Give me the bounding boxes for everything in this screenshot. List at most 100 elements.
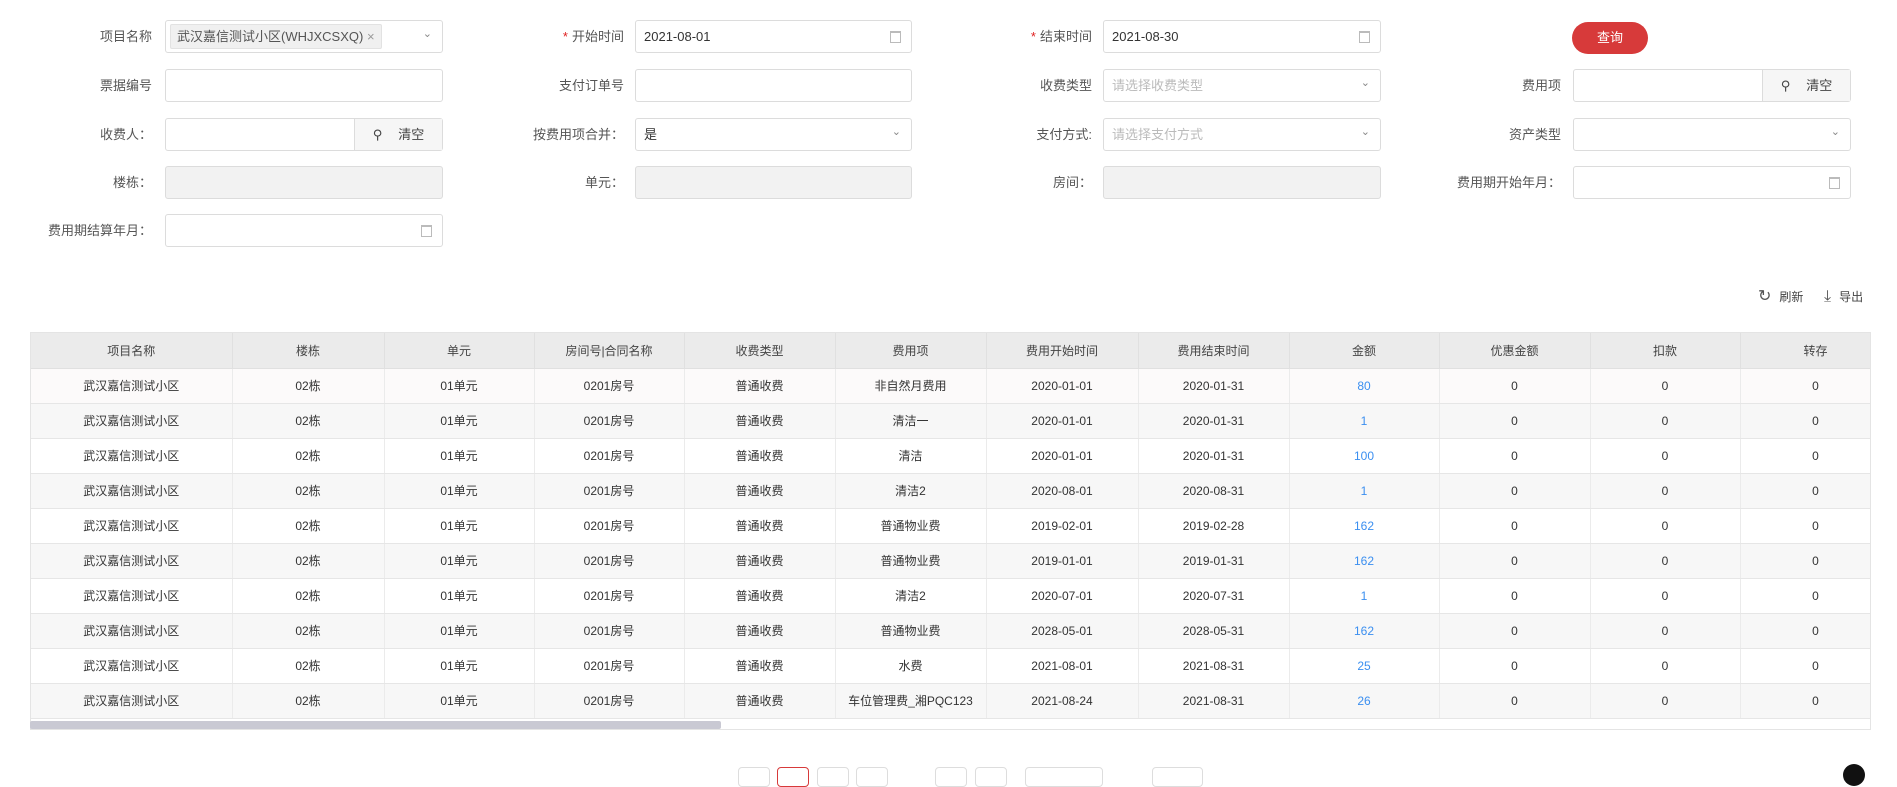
calendar-icon bbox=[421, 225, 432, 237]
table-cell: 普通收费 bbox=[684, 368, 836, 404]
table-cell: 普通收费 bbox=[684, 403, 836, 439]
project-select[interactable]: 武汉嘉信测试小区(WHJXCSXQ) × ⌄ bbox=[165, 20, 443, 53]
pagination-page[interactable] bbox=[817, 767, 849, 787]
start-time-label: * 开始时间 bbox=[474, 20, 624, 53]
table-cell: 武汉嘉信测试小区 bbox=[31, 508, 233, 544]
table-cell: 2019-01-31 bbox=[1138, 543, 1290, 579]
calendar-icon bbox=[890, 31, 901, 43]
fee-item-input[interactable]: ⚲ 清空 bbox=[1573, 69, 1851, 102]
export-button[interactable]: ⤓ 导出 bbox=[1824, 287, 1863, 307]
table-cell: 普通物业费 bbox=[835, 613, 987, 649]
table-cell: 0 bbox=[1590, 648, 1741, 684]
table-cell: 02栋 bbox=[232, 578, 385, 614]
project-tag: 武汉嘉信测试小区(WHJXCSXQ) × bbox=[170, 24, 382, 49]
column-header: 扣款 bbox=[1590, 333, 1741, 369]
clear-button[interactable]: 清空 bbox=[398, 127, 424, 142]
start-time-input[interactable]: 2021-08-01 bbox=[635, 20, 912, 53]
page-jump-input[interactable] bbox=[1152, 767, 1203, 787]
pay-method-select[interactable]: 请选择支付方式 ⌄ bbox=[1103, 118, 1381, 151]
amount-link[interactable]: 1 bbox=[1289, 578, 1440, 614]
order-label: 支付订单号 bbox=[558, 78, 624, 93]
project-label: 项目名称 bbox=[99, 29, 152, 44]
column-header: 房间号|合同名称 bbox=[534, 333, 685, 369]
asset-type-select[interactable]: ⌄ bbox=[1573, 118, 1851, 151]
table-cell: 2028-05-01 bbox=[986, 613, 1139, 649]
table-cell: 0201房号 bbox=[534, 683, 685, 719]
page-size-select[interactable] bbox=[1025, 767, 1103, 787]
period-start-label: 费用期开始年月： bbox=[1456, 175, 1561, 190]
pagination-prev[interactable] bbox=[738, 767, 770, 787]
table-cell: 2021-08-24 bbox=[986, 683, 1139, 719]
table-cell: 02栋 bbox=[232, 403, 385, 439]
table-cell: 普通收费 bbox=[684, 473, 836, 509]
column-header: 费用结束时间 bbox=[1138, 333, 1290, 369]
pagination-page[interactable] bbox=[935, 767, 967, 787]
horizontal-scrollbar[interactable] bbox=[30, 721, 721, 729]
search-icon[interactable]: ⚲ bbox=[373, 127, 383, 142]
table-cell: 0 bbox=[1590, 438, 1741, 474]
table-cell: 普通收费 bbox=[684, 648, 836, 684]
table-cell: 2020-08-01 bbox=[986, 473, 1139, 509]
table-cell: 0 bbox=[1590, 368, 1741, 404]
period-start-input[interactable] bbox=[1573, 166, 1851, 199]
amount-link[interactable]: 162 bbox=[1289, 613, 1440, 649]
amount-link[interactable]: 25 bbox=[1289, 648, 1440, 684]
chevron-down-icon: ⌄ bbox=[1830, 126, 1840, 138]
pagination-next[interactable] bbox=[975, 767, 1007, 787]
table-cell: 0 bbox=[1439, 368, 1591, 404]
amount-link[interactable]: 80 bbox=[1289, 368, 1440, 404]
charge-type-select[interactable]: 请选择收费类型 ⌄ bbox=[1103, 69, 1381, 102]
table-row: 武汉嘉信测试小区 02栋 01单元 0201房号 普通收费 清洁2 2020-07-01 20… bbox=[31, 578, 1870, 614]
table-cell: 01单元 bbox=[384, 578, 535, 614]
order-input[interactable] bbox=[635, 69, 912, 102]
building-input bbox=[165, 166, 443, 199]
charge-type-label: 收费类型 bbox=[1039, 78, 1092, 93]
table-cell: 02栋 bbox=[232, 508, 385, 544]
column-header: 转存 bbox=[1740, 333, 1870, 369]
table-cell: 0 bbox=[1590, 578, 1741, 614]
table-cell: 2028-05-31 bbox=[1138, 613, 1290, 649]
table-cell: 0 bbox=[1439, 438, 1591, 474]
pagination-page-active[interactable] bbox=[777, 767, 809, 787]
amount-link[interactable]: 1 bbox=[1289, 403, 1440, 439]
amount-link[interactable]: 162 bbox=[1289, 543, 1440, 579]
table-cell: 01单元 bbox=[384, 508, 535, 544]
receipt-input[interactable] bbox=[165, 69, 443, 102]
payee-input[interactable]: ⚲ 清空 bbox=[165, 118, 443, 151]
floating-help-button[interactable] bbox=[1843, 764, 1865, 786]
search-icon[interactable]: ⚲ bbox=[1781, 78, 1791, 93]
period-settle-input[interactable] bbox=[165, 214, 443, 247]
table-cell: 2020-08-31 bbox=[1138, 473, 1290, 509]
table-cell: 2020-07-31 bbox=[1138, 578, 1290, 614]
merge-value: 是 bbox=[644, 127, 658, 142]
pagination-page[interactable] bbox=[856, 767, 888, 787]
table-cell: 0 bbox=[1740, 578, 1870, 614]
chevron-down-icon: ⌄ bbox=[422, 28, 432, 40]
table-cell: 02栋 bbox=[232, 473, 385, 509]
merge-select[interactable]: 是 ⌄ bbox=[635, 118, 912, 151]
end-time-value: 2021-08-30 bbox=[1112, 29, 1179, 44]
fee-item-search-clear[interactable]: ⚲ 清空 bbox=[1762, 70, 1850, 101]
start-time-label-text: 开始时间 bbox=[571, 29, 624, 44]
table-row: 武汉嘉信测试小区 02栋 01单元 0201房号 普通收费 水费 2021-08-01 202… bbox=[31, 648, 1870, 684]
query-button[interactable]: 查询 bbox=[1572, 22, 1648, 54]
clear-button[interactable]: 清空 bbox=[1806, 78, 1832, 93]
end-time-label: * 结束时间 bbox=[942, 20, 1092, 53]
table-row: 武汉嘉信测试小区 02栋 01单元 0201房号 普通收费 清洁2 2020-08-01 20… bbox=[31, 473, 1870, 509]
table-cell: 0 bbox=[1439, 403, 1591, 439]
amount-link[interactable]: 26 bbox=[1289, 683, 1440, 719]
refresh-button[interactable]: ↻ 刷新 bbox=[1758, 287, 1803, 307]
table-cell: 0201房号 bbox=[534, 438, 685, 474]
table-cell: 2020-01-31 bbox=[1138, 438, 1290, 474]
table-cell: 2020-01-01 bbox=[986, 368, 1139, 404]
payee-search-clear[interactable]: ⚲ 清空 bbox=[354, 119, 442, 150]
end-time-input[interactable]: 2021-08-30 bbox=[1103, 20, 1381, 53]
amount-link[interactable]: 1 bbox=[1289, 473, 1440, 509]
tag-close-icon[interactable]: × bbox=[367, 29, 375, 44]
table-cell: 0 bbox=[1590, 473, 1741, 509]
amount-link[interactable]: 100 bbox=[1289, 438, 1440, 474]
column-header: 费用项 bbox=[835, 333, 987, 369]
table-cell: 0201房号 bbox=[534, 648, 685, 684]
amount-link[interactable]: 162 bbox=[1289, 508, 1440, 544]
asset-type-label: 资产类型 bbox=[1508, 127, 1561, 142]
